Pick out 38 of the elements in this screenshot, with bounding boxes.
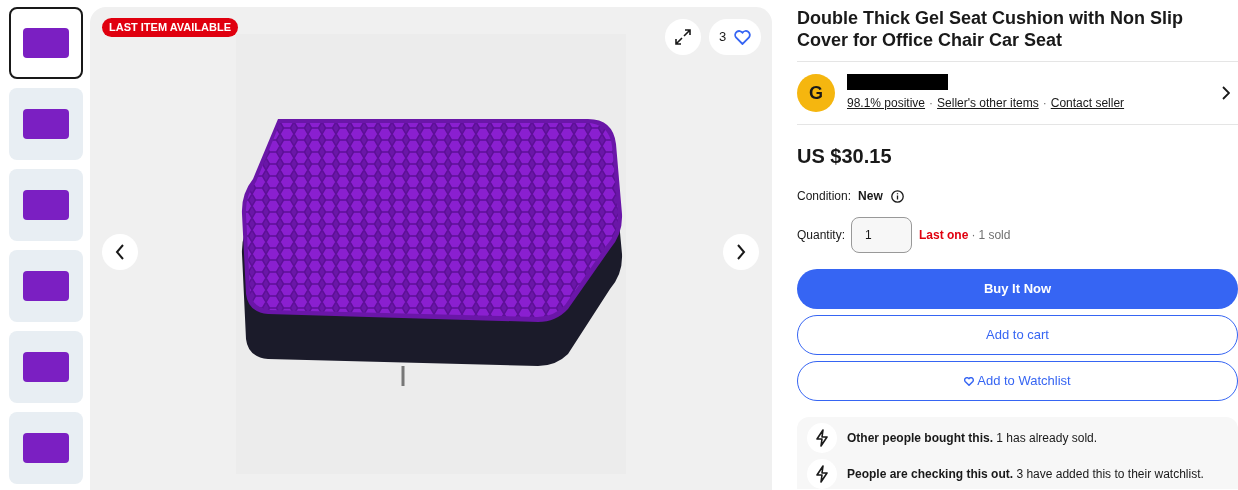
condition-label: Condition: xyxy=(797,188,852,205)
quantity-label: Quantity: xyxy=(797,227,846,244)
chevron-left-icon xyxy=(115,244,125,260)
seller-link[interactable]: Seller's other items xyxy=(937,94,1039,112)
thumbnail-photo-placeholder[interactable] xyxy=(9,7,83,79)
thumbnail-photo-placeholder[interactable] xyxy=(9,412,83,484)
signal-text: Other people bought this. 1 has already sold. xyxy=(847,430,1098,447)
chevron-right-icon[interactable] xyxy=(1222,86,1230,100)
thumbnail-photo-placeholder[interactable] xyxy=(9,250,83,322)
thumbnail-photo-placeholder[interactable] xyxy=(9,88,83,160)
heart-icon xyxy=(964,376,975,386)
expand-icon[interactable] xyxy=(665,19,701,55)
previous-image-button[interactable] xyxy=(102,234,138,270)
separator-dot: · xyxy=(1042,95,1047,112)
seller-link[interactable]: Contact seller xyxy=(1050,94,1125,112)
buy-now-button[interactable]: Buy It Now xyxy=(797,269,1238,309)
sold-count: 1 sold xyxy=(978,227,1011,244)
quantity-field[interactable]: 1 xyxy=(851,217,913,253)
add-to-cart-button[interactable]: Add to cart xyxy=(797,315,1238,355)
lightning-icon xyxy=(807,423,837,453)
separator-dot: · xyxy=(971,227,976,244)
seller-link[interactable]: 98.1% positive xyxy=(847,94,926,112)
separator-dot: · xyxy=(929,95,934,112)
last-item-badge: LAST ITEM AVAILABLE xyxy=(102,18,238,37)
condition-value: New xyxy=(858,188,883,205)
signal-text: People are checking this out. 3 have added this to their watchlist. xyxy=(847,466,1204,483)
heart-icon xyxy=(734,29,752,45)
thumbnail-photo-placeholder[interactable] xyxy=(9,331,83,403)
seller-avatar: G xyxy=(797,74,835,112)
stock-status: Last one xyxy=(919,227,969,244)
thumbnail-photo-placeholder[interactable] xyxy=(9,169,83,241)
next-image-button[interactable] xyxy=(723,234,759,270)
add-to-watchlist-button[interactable]: Add to Watchlist xyxy=(797,361,1238,401)
product-title: Double Thick Gel Seat Cushion with Non Slip Cover for Office Chair Car Seat xyxy=(797,7,1185,51)
watch-count-button[interactable]: 3 xyxy=(709,19,762,55)
info-icon[interactable] xyxy=(890,189,904,203)
price: US $30.15 xyxy=(797,144,893,169)
chevron-right-icon xyxy=(736,244,746,260)
